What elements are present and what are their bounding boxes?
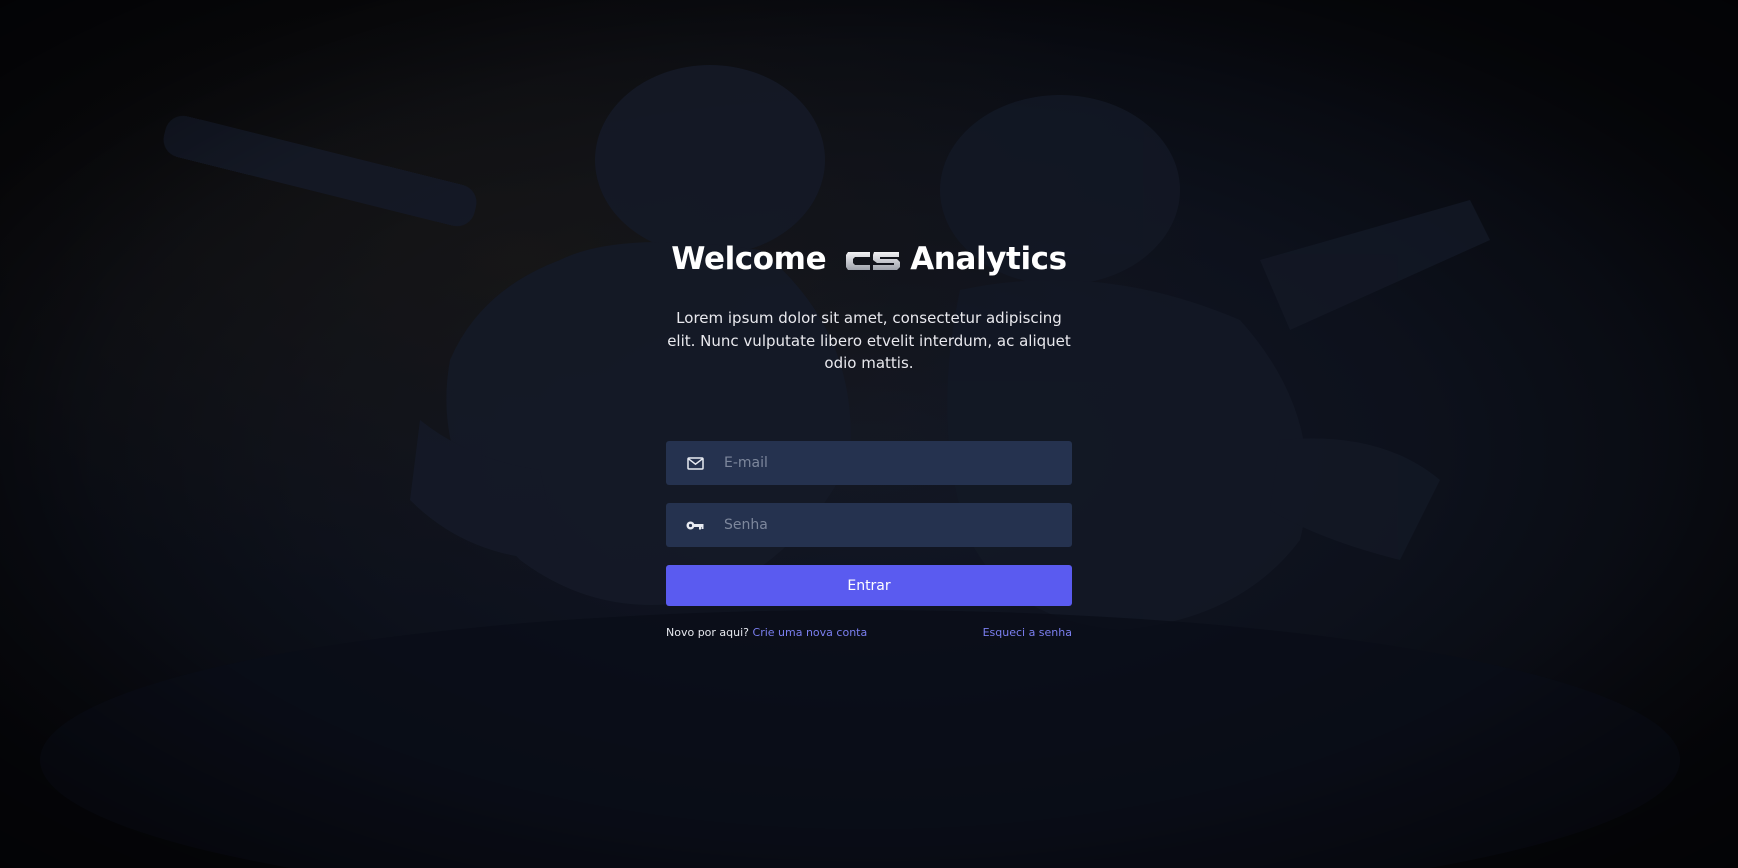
signup-prompt-row: Novo por aqui? Crie uma nova conta: [666, 626, 867, 639]
signup-prompt-text: Novo por aqui?: [666, 625, 753, 639]
cs-logo: [844, 246, 902, 272]
login-button[interactable]: Entrar: [666, 565, 1072, 606]
signup-link[interactable]: Crie uma nova conta: [753, 626, 868, 639]
mail-icon: [666, 441, 724, 485]
welcome-text: Welcome: [671, 241, 827, 277]
brand-name: Analytics: [910, 241, 1067, 277]
form-footer: Novo por aqui? Crie uma nova conta Esque…: [666, 624, 1072, 640]
email-input[interactable]: [724, 441, 1072, 485]
password-field[interactable]: [666, 503, 1072, 547]
page-title: Welcome Analytics: [666, 235, 1072, 283]
background-image: [0, 0, 1738, 868]
subtitle-text: Lorem ipsum dolor sit amet, consectetur …: [667, 309, 1071, 372]
key-icon: [666, 503, 724, 547]
password-input[interactable]: [724, 503, 1072, 547]
email-field[interactable]: [666, 441, 1072, 485]
forgot-password-link[interactable]: Esqueci a senha: [983, 626, 1072, 639]
